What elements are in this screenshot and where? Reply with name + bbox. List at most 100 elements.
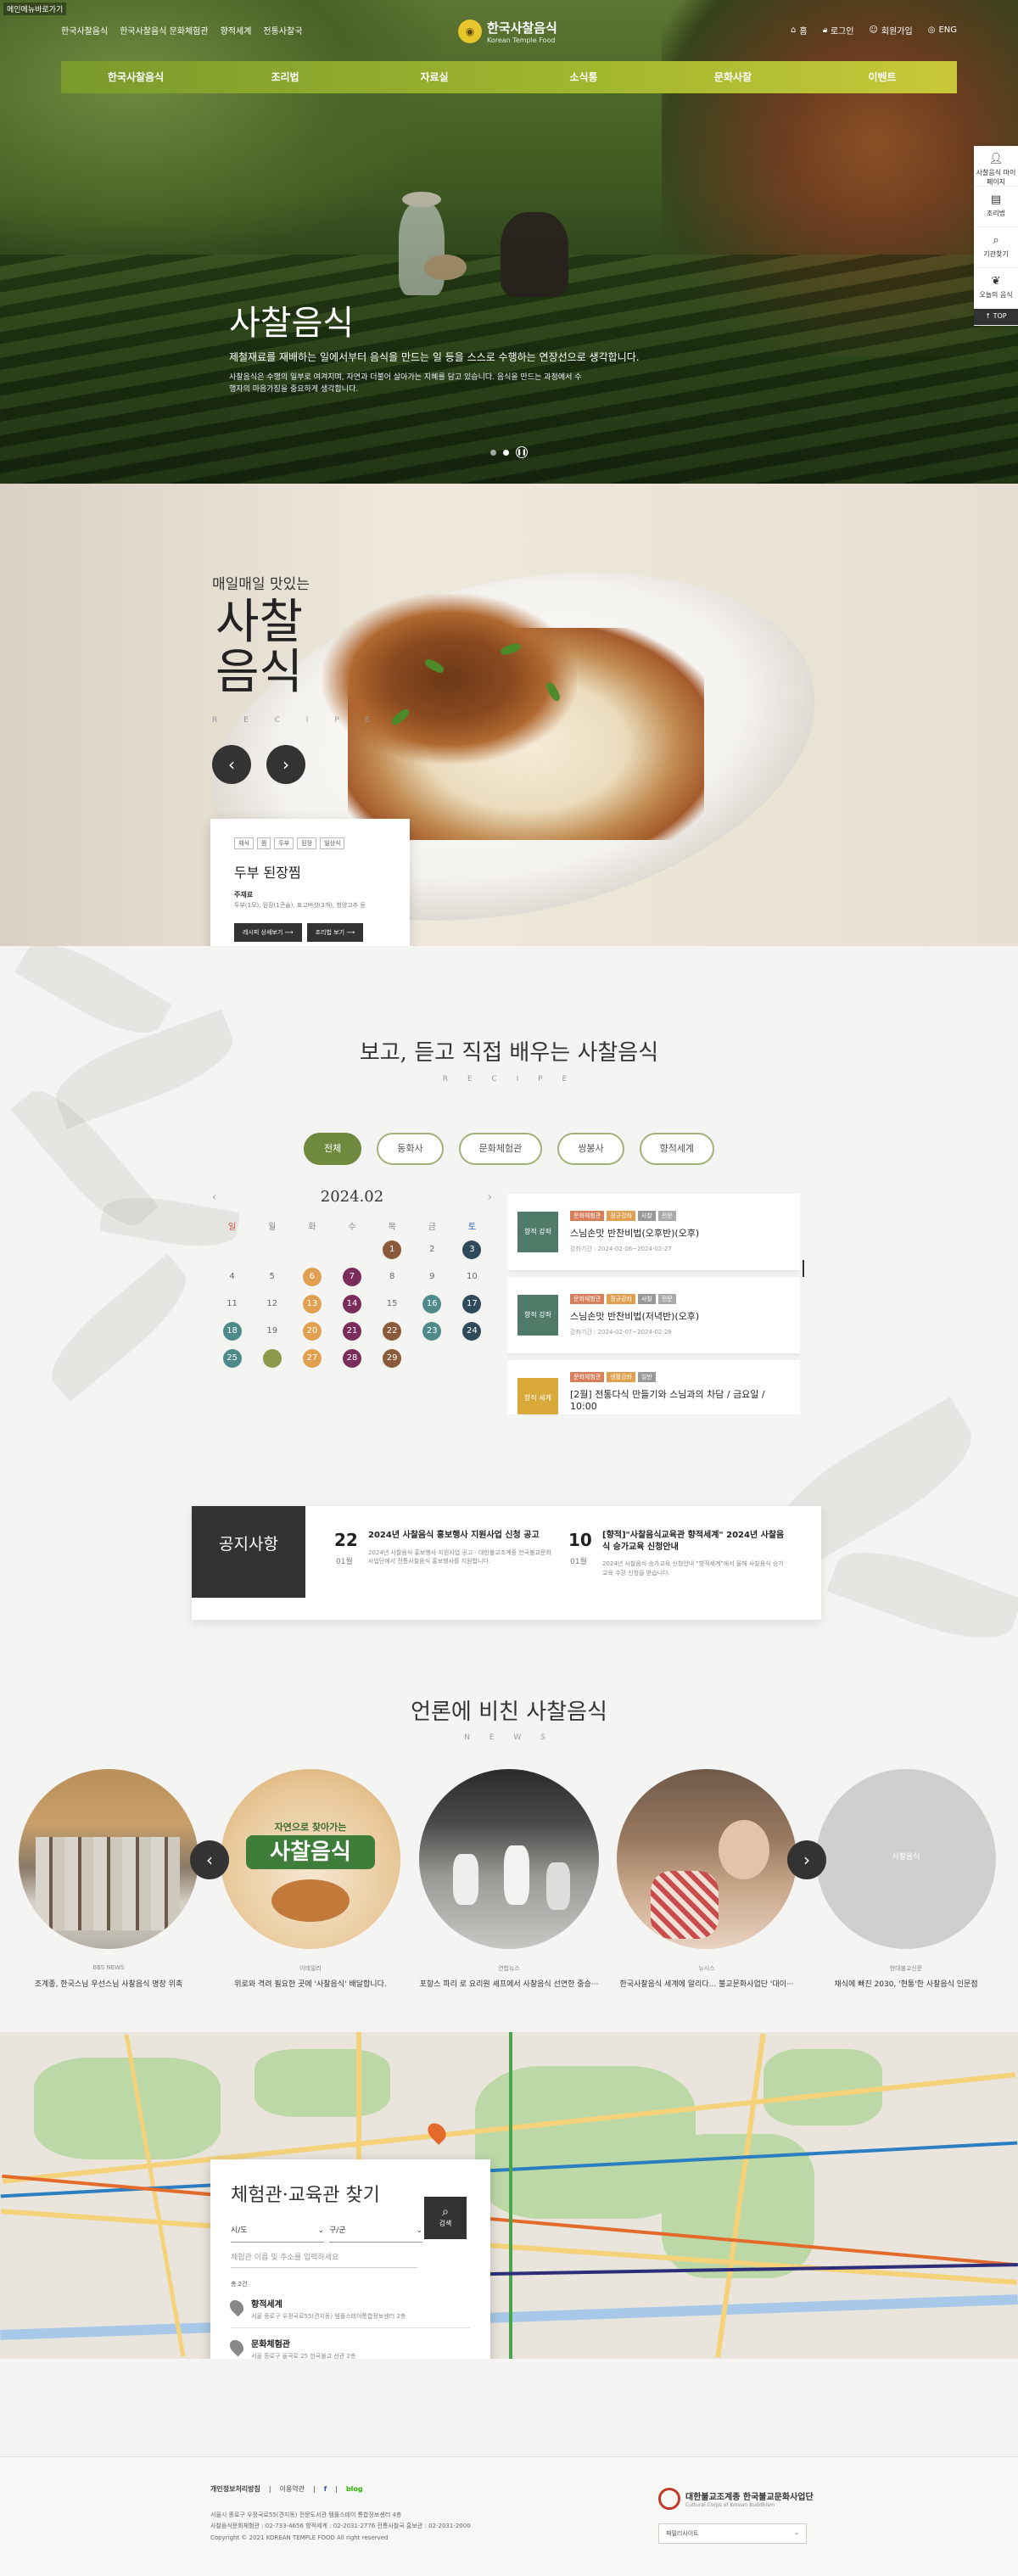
gugun-select[interactable]: 구/군 ⌄ [329,2219,422,2243]
calendar-day[interactable]: 28 [332,1349,372,1368]
calendar-day[interactable]: 7 [332,1268,372,1286]
top-button[interactable]: ↑ TOP [974,309,1018,326]
news-prev-button[interactable]: ‹ [190,1840,229,1879]
quick-mypage[interactable]: 👤︎ 사찰음식 마이페이지 [974,146,1018,187]
calendar-day[interactable]: 18 [212,1322,252,1341]
calendar-day[interactable]: 10 [452,1268,492,1286]
slide-dot[interactable] [490,449,496,456]
news-caption[interactable]: 포항스 파리 로 요리원 셰프에서 사찰음식 선연한 중승··· [403,1978,615,1989]
calendar-day[interactable]: 5 [252,1268,292,1286]
calendar-day[interactable]: 17 [452,1295,492,1313]
quick-today[interactable]: ❦ 오늘의 음식 [974,268,1018,309]
calendar-day[interactable] [252,1349,292,1368]
calendar-day[interactable]: 27 [292,1349,332,1368]
calendar-day[interactable]: 2 [412,1240,452,1259]
calendar-day[interactable]: 11 [212,1295,252,1313]
news-caption[interactable]: 조계종, 한국스님 우선스님 사찰음식 명장 위촉 [3,1978,215,1989]
facebook-icon[interactable]: f [324,2485,327,2493]
news-image[interactable] [419,1769,599,1949]
calendar-day[interactable]: 4 [212,1268,252,1286]
calendar-day[interactable]: 12 [252,1295,292,1313]
calendar-day[interactable]: 20 [292,1322,332,1341]
sido-select[interactable]: 시/도 ⌄ [231,2219,324,2243]
location-item[interactable]: 향적세계 서울 종로구 우정국로55(견지동) 템플스테이통합정보센터 2층 [227,2297,470,2328]
util-home[interactable]: ⌂ 홈 [791,24,808,36]
quick-recipe[interactable]: ▤ 조리법 [974,187,1018,227]
prev-month-button[interactable]: ‹ [212,1190,217,1204]
map-section[interactable]: 체험관·교육관 찾기 시/도 ⌄ 구/군 ⌄ ⌕ 검색 체험관 이름 및 주소를 입력… [0,2032,1018,2359]
calendar-day[interactable]: 6 [292,1268,332,1286]
news-caption[interactable]: 한국사찰음식 세계에 알리다... 불교문화사업단 '대이··· [601,1978,813,1989]
finder-search-button[interactable]: ⌕ 검색 [424,2197,467,2239]
location-item[interactable]: 문화체험관 서울 종로구 율곡로 25 한국불교 선관 2층 [227,2337,470,2359]
news-next-button[interactable]: › [787,1840,826,1879]
notice-item[interactable]: 22 01월 2024년 사찰음식 홍보행사 지원사업 신청 공고 2024년 … [334,1530,555,1566]
calendar-day[interactable]: 1 [372,1240,412,1259]
recipe-detail-button[interactable]: 레시피 상세보기 ⟶ [234,923,302,942]
family-site-select[interactable]: 패밀리사이트 ⌄ [658,2523,807,2544]
notice-label[interactable]: 공지사항 [192,1506,305,1598]
gnb-item[interactable]: 문화사찰 [658,61,808,93]
quick-find[interactable]: ⌕ 기관찾기 [974,227,1018,268]
calendar-day[interactable]: 24 [452,1322,492,1341]
calendar-day[interactable]: 22 [372,1322,412,1341]
recipe-tag[interactable]: 된장 [297,837,317,849]
calendar-day[interactable]: 25 [212,1349,252,1368]
gnb-item[interactable]: 자료실 [360,61,509,93]
calendar-day[interactable]: 14 [332,1295,372,1313]
skip-link[interactable]: 메인메뉴바로가기 [3,3,67,15]
map-marker-icon[interactable] [424,2120,450,2145]
news-image[interactable] [617,1769,797,1949]
calendar-day[interactable]: 16 [412,1295,452,1313]
recipe-prev-button[interactable]: ‹ [212,745,251,784]
news-image[interactable] [19,1769,199,1949]
next-month-button[interactable]: › [487,1190,492,1204]
filter-culture-center[interactable]: 문화체험관 [458,1133,543,1165]
top-link[interactable]: 전통사찰국 [263,24,302,36]
top-link[interactable]: 향적세계 [221,24,252,36]
event-scrollbar[interactable] [803,1260,804,1277]
gnb-item[interactable]: 조리법 [210,61,360,93]
filter-all[interactable]: 전체 [304,1133,362,1165]
gnb-item[interactable]: 이벤트 [808,61,957,93]
filter-ssangbongsa[interactable]: 쌍봉사 [557,1133,624,1165]
pause-icon[interactable]: ❚❚ [516,446,528,458]
news-caption[interactable]: 채식에 빠진 2030, '현통'한 사찰음식 인문점 [800,1978,1012,1989]
calendar-day[interactable]: 9 [412,1268,452,1286]
gnb-item[interactable]: 한국사찰음식 [61,61,210,93]
blog-icon[interactable]: blog [346,2485,363,2493]
calendar-day[interactable]: 15 [372,1295,412,1313]
news-image-placeholder[interactable]: 사찰음식 [816,1769,996,1949]
slide-dot-active[interactable] [503,449,509,456]
top-link[interactable]: 한국사찰음식 문화체험관 [120,24,208,36]
terms-link[interactable]: 이용약관 [280,2484,305,2494]
filter-hyangjeok[interactable]: 향적세계 [639,1133,715,1165]
util-join[interactable]: ☺ 회원가입 [869,24,912,36]
filter-donghwasa[interactable]: 동화사 [377,1133,444,1165]
gnb-item[interactable]: 소식통 [509,61,658,93]
calendar-day[interactable]: 29 [372,1349,412,1368]
org-logo[interactable]: 대한불교조계종 한국불교문화사업단 Cultural Corps of Kore… [658,2488,814,2510]
notice-item[interactable]: 10 01월 [향적]"사찰음식교육관 향적세계" 2024년 사찰음식 승가교… [568,1530,789,1577]
recipe-tag[interactable]: 두부 [274,837,294,849]
calendar-day[interactable]: 8 [372,1268,412,1286]
event-item[interactable]: 향적 강좌 문화체험관 정규강좌 사찰 전문 스님손맛 반찬비법(오후반)(오후) 강좌기간… [507,1194,800,1270]
news-caption[interactable]: 위로와 격려 필요한 곳에 '사찰음식' 배달합니다. [204,1978,417,1989]
recipe-tag[interactable]: 찜 [256,837,271,849]
calendar-day[interactable]: 23 [412,1322,452,1341]
site-logo[interactable]: ◉ 한국사찰음식 Korean Temple Food [458,19,557,44]
recipe-tag[interactable]: 일상식 [320,837,345,849]
top-link[interactable]: 한국사찰음식 [61,24,108,36]
finder-keyword-input[interactable]: 체험관 이름 및 주소를 입력하세요 [231,2251,417,2268]
calendar-day[interactable]: 19 [252,1322,292,1341]
calendar-day[interactable]: 21 [332,1322,372,1341]
news-image-poster[interactable]: 자연으로 찾아가는 사찰음식 [221,1769,400,1949]
event-item[interactable]: 향적 강좌 문화체험관 정규강좌 사찰 전문 스님손맛 반찬비법(저녁반)(오후) 강좌기간… [507,1277,800,1353]
calendar-day[interactable]: 13 [292,1295,332,1313]
event-item[interactable]: 향적 세계 문화체험관 생활강좌 일반 [2월] 전통다식 만들기와 스님과의 차담 /… [507,1360,800,1414]
util-eng[interactable]: ◎ ENG [928,24,957,36]
privacy-link[interactable]: 개인정보처리방침 [210,2484,260,2494]
calendar-day[interactable]: 3 [452,1240,492,1259]
recipe-more-button[interactable]: 조리법 보기 ⟶ [306,923,364,942]
util-login[interactable]: 🔒︎ 로그인 [823,24,854,36]
